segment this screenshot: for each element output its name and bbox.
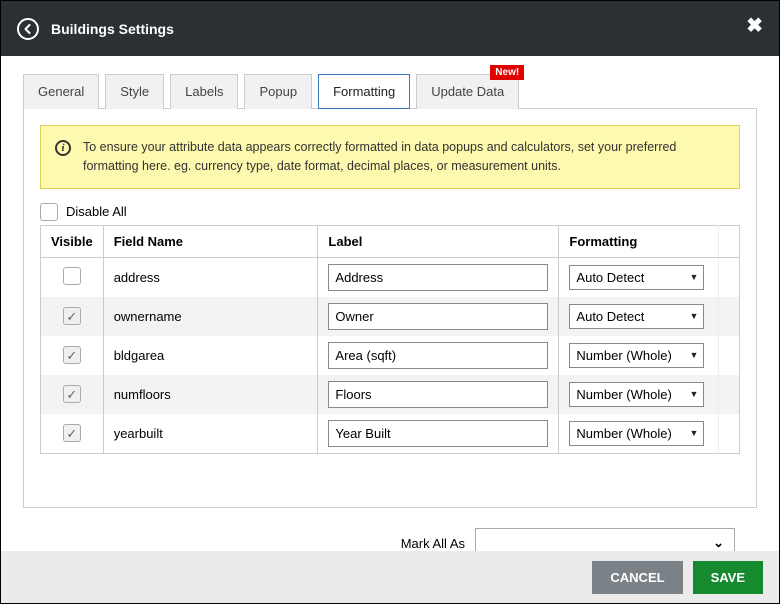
formatting-select[interactable] bbox=[569, 265, 704, 290]
label-input[interactable] bbox=[328, 303, 548, 330]
visible-checkbox[interactable] bbox=[63, 307, 81, 325]
info-banner: i To ensure your attribute data appears … bbox=[40, 125, 740, 189]
tab-panel-formatting: i To ensure your attribute data appears … bbox=[23, 108, 757, 508]
disable-all-label: Disable All bbox=[66, 204, 127, 219]
formatting-select[interactable] bbox=[569, 382, 704, 407]
visible-checkbox[interactable] bbox=[63, 346, 81, 364]
arrow-left-icon bbox=[23, 24, 33, 34]
col-spacer bbox=[719, 225, 740, 257]
formatting-select[interactable] bbox=[569, 304, 704, 329]
formatting-select[interactable] bbox=[569, 343, 704, 368]
save-button[interactable]: SAVE bbox=[693, 561, 763, 594]
visible-checkbox[interactable] bbox=[63, 424, 81, 442]
formatting-select[interactable] bbox=[569, 421, 704, 446]
tab-labels[interactable]: Labels bbox=[170, 74, 238, 109]
field-name: address bbox=[103, 257, 318, 297]
label-input[interactable] bbox=[328, 264, 548, 291]
field-name: numfloors bbox=[103, 375, 318, 414]
dialog-title: Buildings Settings bbox=[51, 21, 174, 37]
chevron-down-icon: ⌄ bbox=[713, 535, 724, 551]
table-row: yearbuilt bbox=[41, 414, 740, 454]
back-button[interactable] bbox=[17, 18, 39, 40]
table-row: address bbox=[41, 257, 740, 297]
tab-update-data[interactable]: Update Data New! bbox=[416, 74, 519, 109]
field-name: ownername bbox=[103, 297, 318, 336]
visible-checkbox[interactable] bbox=[63, 385, 81, 403]
dialog-header: Buildings Settings ✖ bbox=[1, 1, 779, 56]
mark-all-label: Mark All As bbox=[401, 536, 465, 551]
info-icon: i bbox=[55, 140, 71, 156]
tab-general[interactable]: General bbox=[23, 74, 99, 109]
table-row: bldgarea bbox=[41, 336, 740, 375]
tab-label: Update Data bbox=[431, 84, 504, 99]
tab-style[interactable]: Style bbox=[105, 74, 164, 109]
visible-checkbox[interactable] bbox=[63, 267, 81, 285]
col-visible: Visible bbox=[41, 225, 104, 257]
info-text: To ensure your attribute data appears co… bbox=[83, 138, 725, 176]
new-badge: New! bbox=[490, 65, 524, 80]
close-button[interactable]: ✖ bbox=[746, 13, 763, 38]
disable-all-row: Disable All bbox=[40, 203, 740, 221]
table-row: ownername bbox=[41, 297, 740, 336]
dialog-footer: CANCEL SAVE bbox=[1, 551, 779, 603]
cancel-button[interactable]: CANCEL bbox=[592, 561, 682, 594]
col-field: Field Name bbox=[103, 225, 318, 257]
label-input[interactable] bbox=[328, 381, 548, 408]
tab-bar: General Style Labels Popup Formatting Up… bbox=[23, 74, 757, 109]
col-label: Label bbox=[318, 225, 559, 257]
table-row: numfloors bbox=[41, 375, 740, 414]
disable-all-checkbox[interactable] bbox=[40, 203, 58, 221]
dialog-content: General Style Labels Popup Formatting Up… bbox=[1, 56, 779, 558]
field-name: bldgarea bbox=[103, 336, 318, 375]
fields-table: Visible Field Name Label Formatting addr… bbox=[40, 225, 740, 454]
label-input[interactable] bbox=[328, 342, 548, 369]
tab-popup[interactable]: Popup bbox=[244, 74, 312, 109]
tab-formatting[interactable]: Formatting bbox=[318, 74, 410, 109]
col-formatting: Formatting bbox=[559, 225, 719, 257]
label-input[interactable] bbox=[328, 420, 548, 447]
field-name: yearbuilt bbox=[103, 414, 318, 454]
